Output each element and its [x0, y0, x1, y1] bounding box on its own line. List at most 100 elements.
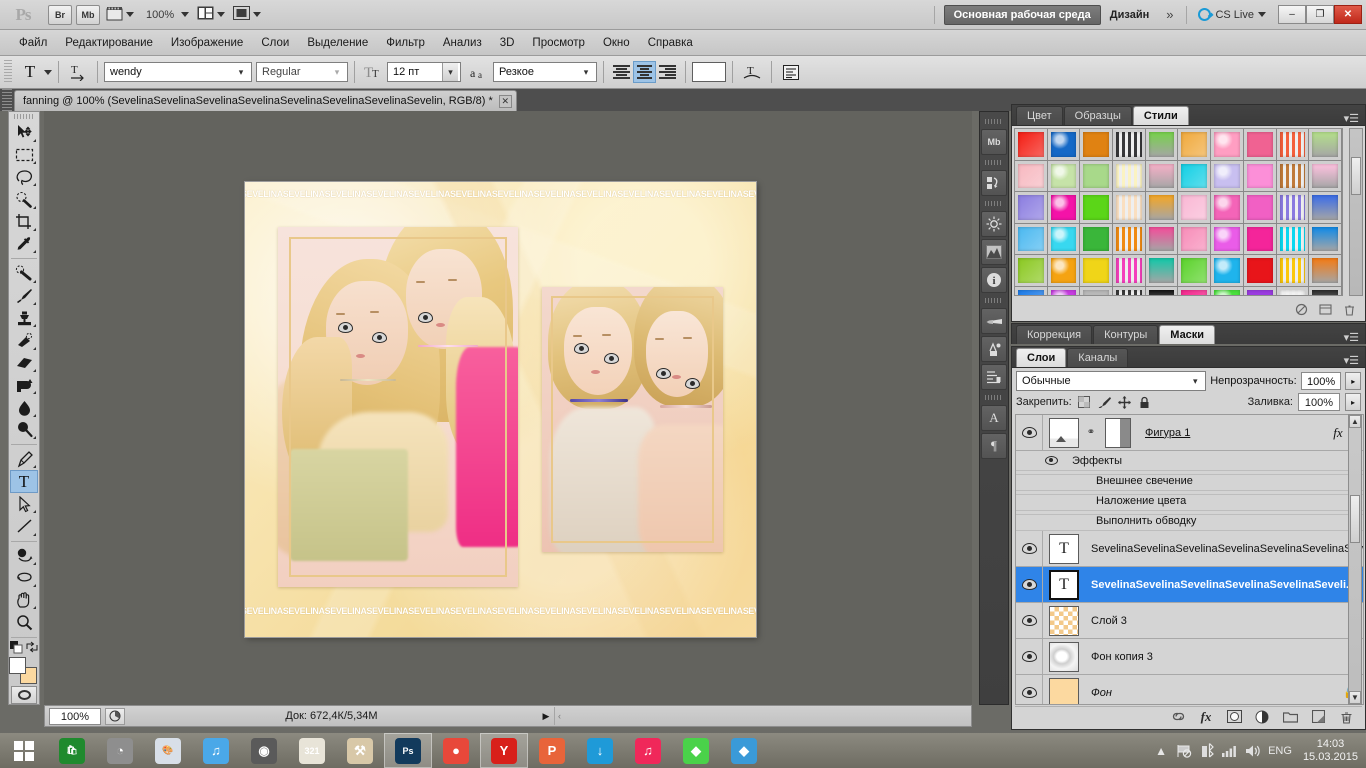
style-swatch[interactable] [1113, 160, 1146, 192]
tool-pen[interactable] [10, 448, 38, 470]
style-swatch[interactable] [1145, 160, 1179, 192]
style-swatch[interactable] [1276, 160, 1310, 192]
taskbar-item[interactable]: ● [432, 733, 480, 768]
style-swatch[interactable] [1178, 223, 1212, 255]
style-swatch[interactable] [1015, 286, 1048, 295]
layer-effects-group-row[interactable]: Эффекты [1016, 451, 1363, 471]
dock-grip[interactable] [985, 119, 1003, 124]
layer-name[interactable]: Слой 3 [1085, 615, 1363, 627]
canvas-area[interactable]: SEVELINASEVELINASEVELINASEVELINASEVELINA… [44, 111, 972, 705]
layer-effect-row[interactable]: Внешнее свечение [1016, 471, 1363, 491]
styles-grid[interactable] [1014, 128, 1343, 296]
anti-alias-select[interactable]: Резкое ▾ [493, 62, 597, 82]
bridge-button[interactable]: Br [48, 4, 72, 25]
taskbar-item[interactable]: 321 [288, 733, 336, 768]
scrollbar-thumb[interactable] [1351, 157, 1361, 195]
scrollbar-thumb[interactable] [1350, 495, 1360, 543]
blend-mode-select[interactable]: Обычные ▾ [1016, 371, 1207, 391]
workspace-more-button[interactable]: » [1158, 7, 1181, 22]
style-swatch[interactable] [1047, 223, 1081, 255]
tool-line[interactable] [10, 515, 38, 537]
mini-bridge-icon[interactable]: Mb [981, 129, 1007, 155]
style-swatch[interactable] [1309, 255, 1342, 287]
style-swatch[interactable] [1047, 160, 1081, 192]
layer-thumbnail-cell[interactable] [1043, 417, 1085, 448]
taskbar-item[interactable]: ♫ [624, 733, 672, 768]
layer-visibility-toggle[interactable] [1016, 531, 1043, 566]
menu-view[interactable]: Просмотр [523, 34, 594, 52]
scroll-up-button[interactable]: ▲ [1349, 415, 1361, 428]
style-swatch[interactable] [1048, 286, 1081, 295]
tool-spot-healing[interactable] [10, 262, 38, 284]
layer-visibility-toggle[interactable] [1016, 639, 1043, 674]
start-button[interactable] [0, 733, 48, 768]
tab-styles[interactable]: Стили [1132, 106, 1189, 125]
lock-image-icon[interactable] [1097, 395, 1112, 410]
style-swatch[interactable] [1211, 255, 1244, 287]
tool-quick-selection[interactable] [10, 188, 38, 210]
character-panel-icon[interactable] [778, 60, 804, 84]
layer-row[interactable]: Фон🔒 [1016, 675, 1363, 704]
layer-thumbnail[interactable] [1049, 641, 1079, 672]
panel-menu-icon[interactable]: ▾☰ [1338, 112, 1365, 125]
taskbar-item[interactable]: 🛍 [48, 733, 96, 768]
network-flag-icon[interactable] [1176, 743, 1192, 759]
style-swatch[interactable] [1080, 255, 1114, 287]
style-swatch[interactable] [1244, 286, 1277, 295]
layer-name[interactable]: SevelinaSevelinaSevelinaSevelinaSevelina… [1085, 579, 1363, 591]
tool-clone-stamp[interactable] [10, 307, 38, 329]
tool-marquee[interactable] [10, 144, 38, 166]
brush-presets-icon[interactable] [981, 308, 1007, 334]
show-hidden-icons-button[interactable]: ▲ [1153, 743, 1169, 759]
style-swatch[interactable] [1080, 192, 1114, 224]
taskbar-item[interactable]: ↓ [576, 733, 624, 768]
style-swatch[interactable] [1276, 255, 1310, 287]
new-style-icon[interactable] [1317, 301, 1333, 317]
new-layer-icon[interactable] [1310, 709, 1326, 725]
layer-visibility-toggle[interactable] [1016, 675, 1043, 704]
layer-mask-icon[interactable] [1226, 709, 1242, 725]
menu-file[interactable]: Файл [10, 34, 56, 52]
tool-presets-icon[interactable] [981, 364, 1007, 390]
style-swatch[interactable] [1080, 286, 1114, 295]
style-swatch[interactable] [1309, 192, 1342, 224]
style-swatch[interactable] [1178, 160, 1212, 192]
style-swatch[interactable] [1211, 286, 1244, 295]
style-swatch[interactable] [1080, 223, 1114, 255]
layer-name[interactable]: SevelinaSevelinaSevelinaSevelinaSevelina… [1085, 543, 1363, 555]
tab-adjustments[interactable]: Коррекция [1016, 325, 1093, 344]
tool-blur[interactable] [10, 396, 38, 418]
align-center-icon[interactable] [633, 61, 656, 83]
adjustment-layer-icon[interactable] [1254, 709, 1270, 725]
restore-button[interactable]: ❐ [1306, 5, 1334, 24]
taskbar-item[interactable]: ◔ [96, 733, 144, 768]
style-swatch[interactable] [1178, 286, 1212, 295]
tool-dodge[interactable] [10, 419, 38, 441]
style-swatch[interactable] [1243, 223, 1277, 255]
style-swatch[interactable] [1047, 255, 1081, 287]
style-swatch[interactable] [1145, 223, 1179, 255]
dock-grip[interactable] [985, 160, 1003, 165]
taskbar-item[interactable]: ◉ [240, 733, 288, 768]
lock-all-icon[interactable] [1137, 395, 1152, 410]
tab-swatches[interactable]: Образцы [1063, 106, 1132, 125]
style-swatch[interactable] [1047, 129, 1081, 161]
volume-icon[interactable] [1245, 743, 1261, 759]
workspace-essentials-button[interactable]: Основная рабочая среда [943, 4, 1101, 25]
taskbar-item[interactable]: ⚒ [336, 733, 384, 768]
horizontal-scrollbar[interactable]: ‹ [554, 707, 971, 725]
layer-effects-indicator[interactable]: fx [1327, 425, 1349, 441]
dock-grip[interactable] [985, 298, 1003, 303]
tab-strip-grip[interactable] [2, 89, 12, 111]
taskbar-item[interactable]: P [528, 733, 576, 768]
taskbar-item[interactable]: ♫ [192, 733, 240, 768]
foreground-background-colors[interactable] [9, 656, 39, 684]
clone-source-icon[interactable] [981, 336, 1007, 362]
signal-icon[interactable] [1222, 743, 1238, 759]
language-indicator[interactable]: ENG [1268, 745, 1292, 757]
toolbox-grip[interactable] [14, 114, 34, 120]
zoom-level-selector[interactable]: 100% [139, 3, 192, 27]
tool-type[interactable]: T [10, 470, 38, 493]
text-color-swatch[interactable] [692, 62, 726, 82]
lock-position-icon[interactable] [1117, 395, 1132, 410]
